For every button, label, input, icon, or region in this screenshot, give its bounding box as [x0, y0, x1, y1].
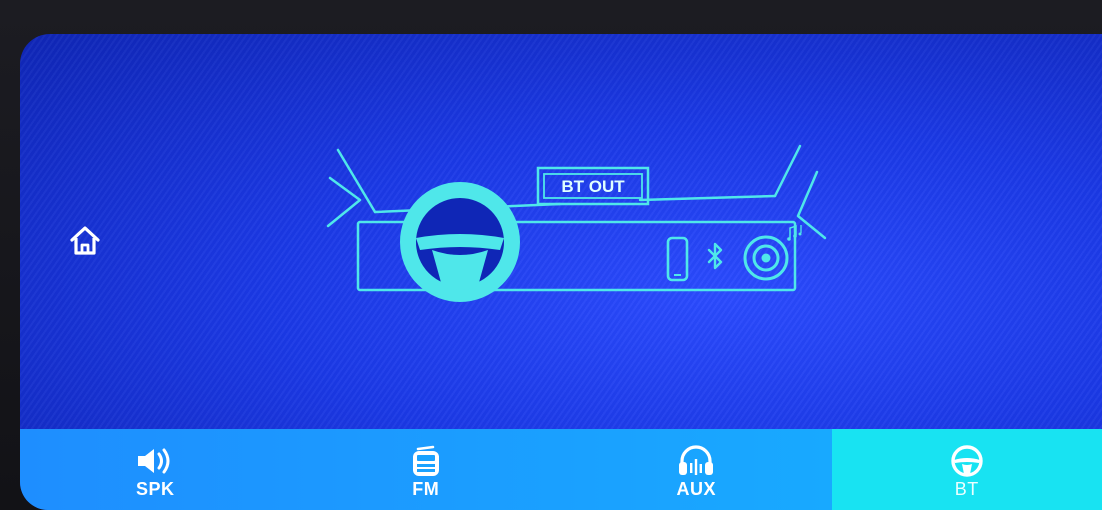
headphones-icon: [679, 445, 714, 475]
tab-bt[interactable]: BT: [831, 429, 1102, 510]
tab-spk[interactable]: SPK: [20, 429, 291, 510]
car-interior-illustration: BT OUT: [320, 134, 840, 304]
home-icon: [70, 226, 100, 255]
source-tab-bar: SPK FM AUX BT: [20, 429, 1102, 510]
tab-fm-label: FM: [412, 479, 440, 499]
home-button[interactable]: [68, 224, 102, 258]
bt-out-label: BT OUT: [561, 177, 625, 196]
speaker-icon: [138, 448, 170, 474]
phone-icon: [666, 236, 689, 282]
tab-bt-label: BT: [954, 479, 979, 499]
tab-aux[interactable]: AUX: [561, 429, 832, 510]
tab-fm[interactable]: FM: [291, 429, 562, 510]
left-window-edge: [326, 176, 362, 228]
head-unit-screen: BT OUT SPK FM AUX BT: [20, 34, 1102, 510]
bluetooth-icon: [707, 242, 723, 270]
tab-spk-label: SPK: [135, 479, 175, 499]
right-pillar-line: [773, 144, 802, 198]
tab-aux-label: AUX: [676, 479, 716, 499]
steering-wheel-icon: [951, 445, 983, 477]
speaker-music-icon: [743, 224, 802, 281]
bt-out-badge: BT OUT: [536, 166, 650, 206]
steering-wheel-drawing: [400, 182, 520, 302]
right-window-edge: [796, 170, 827, 240]
radio-icon: [412, 445, 439, 476]
